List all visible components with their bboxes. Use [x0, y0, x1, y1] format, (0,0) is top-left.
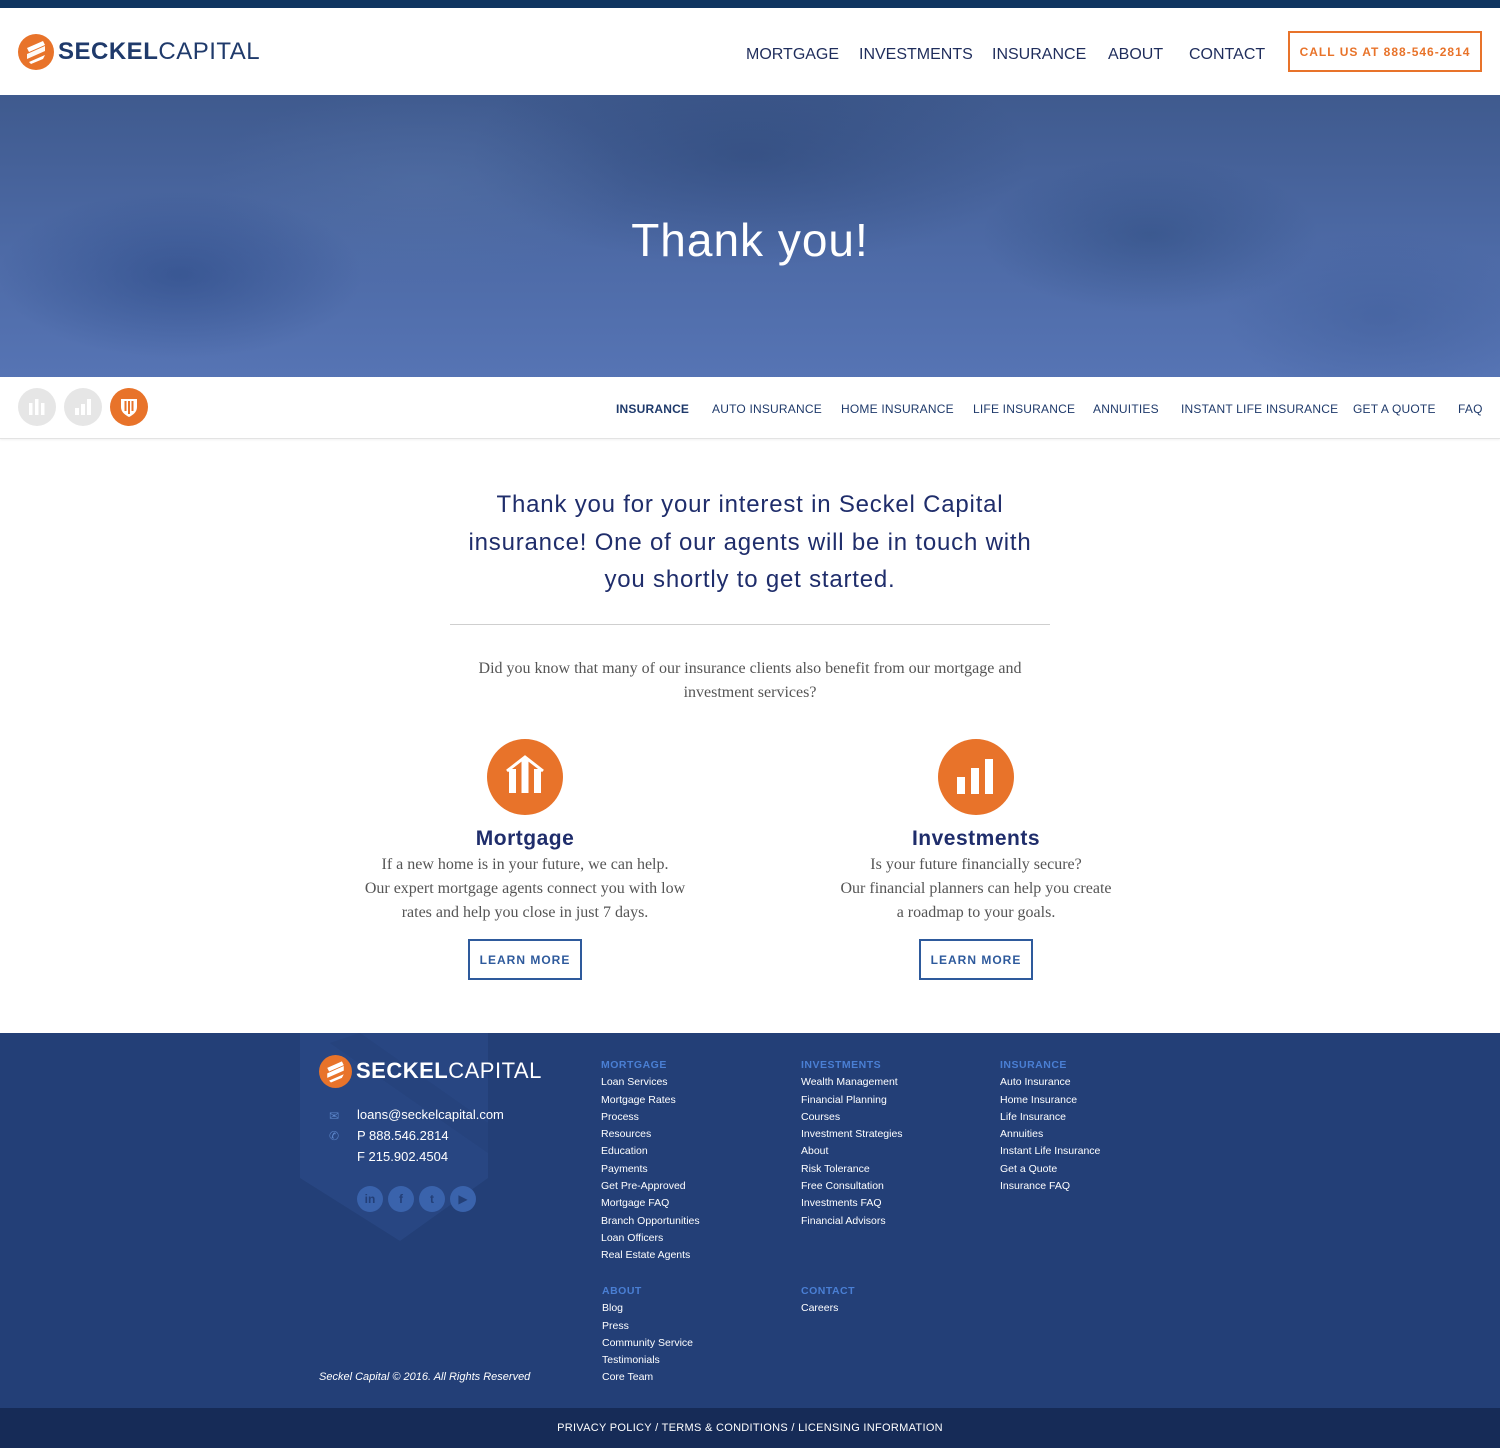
footer-col-heading[interactable]: ABOUT [602, 1283, 693, 1300]
footer-link[interactable]: Careers [801, 1300, 855, 1317]
footer-col-investments: INVESTMENTS Wealth Management Financial … [801, 1057, 903, 1230]
investments-icon [938, 739, 1014, 815]
subnav-get-a-quote[interactable]: GET A QUOTE [1353, 402, 1436, 416]
footer-link[interactable]: Process [601, 1109, 700, 1126]
facebook-icon[interactable]: f [388, 1186, 414, 1212]
footer-link[interactable]: Free Consultation [801, 1178, 903, 1195]
top-accent-bar [0, 0, 1500, 8]
footer-link[interactable]: Mortgage FAQ [601, 1195, 700, 1212]
footer-col-mortgage: MORTGAGE Loan Services Mortgage Rates Pr… [601, 1057, 700, 1265]
site-logo[interactable]: SECKELCAPITAL [18, 34, 260, 70]
subnav-life-insurance[interactable]: LIFE INSURANCE [973, 402, 1075, 416]
twitter-icon[interactable]: t [419, 1186, 445, 1212]
footer-link[interactable]: Annuities [1000, 1126, 1100, 1143]
footer-phone[interactable]: P 888.546.2814 [357, 1128, 449, 1143]
learn-more-investments-button[interactable]: LEARN MORE [919, 939, 1033, 980]
footer-link[interactable]: Courses [801, 1109, 903, 1126]
insurance-icon[interactable] [110, 388, 148, 426]
nav-investments[interactable]: INVESTMENTS [859, 46, 973, 64]
footer-col-contact: CONTACT Careers [801, 1283, 855, 1318]
hero-banner: Thank you! [0, 95, 1500, 377]
hero-title: Thank you! [631, 214, 869, 266]
mortgage-icon [487, 739, 563, 815]
footer-email[interactable]: loans@seckelcapital.com [357, 1107, 504, 1122]
service-description: If a new home is in your future, we can … [364, 856, 686, 921]
investments-icon[interactable] [64, 388, 102, 426]
footer-link[interactable]: Branch Opportunities [601, 1213, 700, 1230]
footer-link[interactable]: Testimonials [602, 1352, 693, 1369]
footer-col-heading[interactable]: MORTGAGE [601, 1057, 700, 1074]
subnav-insurance[interactable]: INSURANCE [616, 402, 689, 416]
footer-link[interactable]: Home Insurance [1000, 1092, 1100, 1109]
nav-about[interactable]: ABOUT [1108, 46, 1163, 64]
service-card-investments: Investments Is your future financially s… [766, 739, 1186, 980]
section-subnav: INSURANCE AUTO INSURANCE HOME INSURANCE … [0, 377, 1500, 439]
subnav-instant-life-insurance[interactable]: INSTANT LIFE INSURANCE [1181, 402, 1338, 416]
site-header: SECKELCAPITAL MORTGAGE INVESTMENTS INSUR… [0, 8, 1500, 95]
footer-link[interactable]: Community Service [602, 1335, 693, 1352]
service-title: Investments [911, 827, 1041, 850]
logo-mark-icon [18, 34, 54, 70]
footer-link[interactable]: Risk Tolerance [801, 1161, 903, 1178]
footer-link[interactable]: Investments FAQ [801, 1195, 903, 1212]
cross-sell-text: Did you know that many of our insurance … [478, 660, 1022, 701]
footer-col-heading[interactable]: INVESTMENTS [801, 1057, 903, 1074]
logo-wordmark: SECKELCAPITAL [58, 38, 261, 65]
footer-wordmark: SECKELCAPITAL [356, 1058, 542, 1083]
subnav-faq[interactable]: FAQ [1458, 402, 1483, 416]
youtube-icon[interactable]: ▶ [450, 1186, 476, 1212]
footer-link[interactable]: Get a Quote [1000, 1161, 1100, 1178]
mortgage-icon[interactable] [18, 388, 56, 426]
footer-link[interactable]: Insurance FAQ [1000, 1178, 1100, 1195]
mail-icon: ✉ [329, 1109, 340, 1123]
footer-link[interactable]: Life Insurance [1000, 1109, 1100, 1126]
footer-link[interactable]: Auto Insurance [1000, 1074, 1100, 1091]
copyright-text: Seckel Capital © 2016. All Rights Reserv… [319, 1371, 531, 1383]
nav-mortgage[interactable]: MORTGAGE [746, 46, 839, 64]
subnav-annuities[interactable]: ANNUITIES [1093, 402, 1159, 416]
legal-links-bar[interactable]: PRIVACY POLICY / TERMS & CONDITIONS / LI… [0, 1408, 1500, 1448]
footer-logo[interactable]: SECKELCAPITAL [319, 1053, 542, 1089]
footer-col-insurance: INSURANCE Auto Insurance Home Insurance … [1000, 1057, 1100, 1195]
footer-link[interactable]: Financial Planning [801, 1092, 903, 1109]
footer-col-heading[interactable]: INSURANCE [1000, 1057, 1100, 1074]
footer-link[interactable]: Investment Strategies [801, 1126, 903, 1143]
footer-col-about: ABOUT Blog Press Community Service Testi… [602, 1283, 693, 1387]
phone-icon: ✆ [329, 1129, 340, 1143]
service-title: Mortgage [475, 827, 575, 850]
nav-insurance[interactable]: INSURANCE [992, 46, 1086, 64]
call-us-button[interactable]: CALL US AT 888-546-2814 [1288, 31, 1482, 72]
logo-mark-icon [319, 1054, 352, 1088]
footer-link[interactable]: Get Pre-Approved [601, 1178, 700, 1195]
service-card-mortgage: Mortgage If a new home is in your future… [315, 739, 735, 980]
footer-link[interactable]: Education [601, 1143, 700, 1160]
footer-link[interactable]: Wealth Management [801, 1074, 903, 1091]
site-footer: SECKELCAPITAL ✉ loans@seckelcapital.com … [0, 1033, 1500, 1408]
footer-link[interactable]: About [801, 1143, 903, 1160]
footer-link[interactable]: Financial Advisors [801, 1213, 903, 1230]
footer-link[interactable]: Payments [601, 1161, 700, 1178]
thank-you-message: Thank you for your interest in Seckel Ca… [468, 491, 1032, 593]
linkedin-icon[interactable]: in [357, 1186, 383, 1212]
footer-link[interactable]: Press [602, 1318, 693, 1335]
service-description: Is your future financially secure? Our f… [840, 856, 1112, 921]
subnav-auto-insurance[interactable]: AUTO INSURANCE [712, 402, 822, 416]
footer-col-heading[interactable]: CONTACT [801, 1283, 855, 1300]
learn-more-mortgage-button[interactable]: LEARN MORE [468, 939, 582, 980]
footer-link[interactable]: Real Estate Agents [601, 1247, 700, 1264]
footer-link[interactable]: Loan Services [601, 1074, 700, 1091]
footer-link[interactable]: Instant Life Insurance [1000, 1143, 1100, 1160]
footer-link[interactable]: Resources [601, 1126, 700, 1143]
footer-fax: F 215.902.4504 [357, 1149, 449, 1164]
subnav-home-insurance[interactable]: HOME INSURANCE [841, 402, 954, 416]
nav-contact[interactable]: CONTACT [1189, 46, 1265, 64]
footer-link[interactable]: Blog [602, 1300, 693, 1317]
footer-link[interactable]: Core Team [602, 1369, 693, 1386]
divider [450, 624, 1050, 625]
footer-link[interactable]: Mortgage Rates [601, 1092, 700, 1109]
footer-link[interactable]: Loan Officers [601, 1230, 700, 1247]
